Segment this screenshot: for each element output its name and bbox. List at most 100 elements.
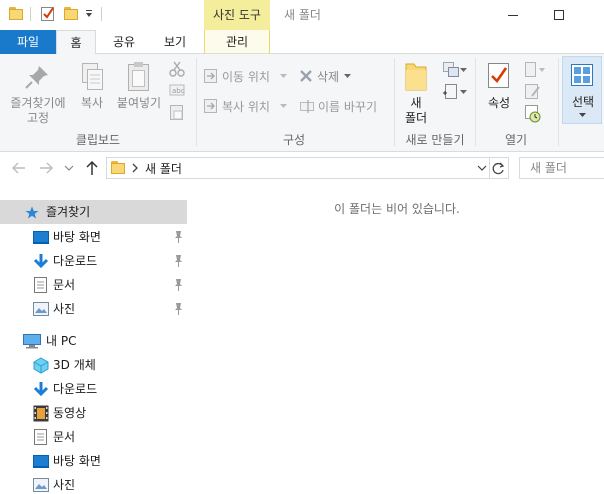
pictures-icon xyxy=(33,478,49,492)
nav-quick-pictures-label: 사진 xyxy=(53,302,76,316)
move-to-label: 이동 위치 xyxy=(222,70,270,84)
download-icon xyxy=(33,254,49,269)
cut-icon[interactable] xyxy=(169,61,185,77)
nav-pc-documents[interactable]: 문서 xyxy=(0,425,187,449)
dropdown-arrow-icon xyxy=(460,90,467,94)
tab-share[interactable]: 공유 xyxy=(104,30,144,54)
pin-icon[interactable] xyxy=(172,302,184,316)
maximize-button[interactable] xyxy=(536,0,582,30)
pin-label-2: 고정 xyxy=(26,111,50,125)
new-folder-label-2: 폴더 xyxy=(404,111,428,125)
new-item-button[interactable] xyxy=(440,60,468,80)
nav-quick-desktop[interactable]: 바탕 화면 xyxy=(0,225,187,249)
delete-icon xyxy=(300,70,312,82)
document-icon xyxy=(34,429,47,445)
pin-quick-access-button[interactable]: 즐겨찾기에 고정 xyxy=(0,58,72,128)
breadcrumb-chevron-icon[interactable] xyxy=(131,163,139,173)
up-arrow-icon[interactable] xyxy=(85,160,99,176)
nav-pc-downloads[interactable]: 다운로드 xyxy=(0,377,187,401)
video-icon xyxy=(33,405,49,422)
group-divider xyxy=(196,58,197,146)
breadcrumb-current-folder[interactable]: 새 폴더 xyxy=(145,160,182,177)
download-icon xyxy=(33,382,49,397)
new-folder-label-1: 새 xyxy=(410,96,422,110)
nav-pc-pictures[interactable]: 사진 xyxy=(0,473,187,494)
maximize-icon xyxy=(554,10,564,20)
nav-pc-videos[interactable]: 동영상 xyxy=(0,401,187,425)
folder-icon xyxy=(9,7,23,20)
copy-path-icon[interactable]: abc xyxy=(169,83,185,97)
3d-objects-icon xyxy=(33,357,49,374)
select-grid-icon xyxy=(571,64,593,86)
paste-shortcut-icon[interactable] xyxy=(169,103,185,121)
pictures-icon xyxy=(33,302,49,316)
empty-folder-message: 이 폴더는 비어 있습니다. xyxy=(334,202,460,216)
nav-quick-pictures[interactable]: 사진 xyxy=(0,297,187,321)
recent-locations-chevron-icon[interactable] xyxy=(64,164,74,172)
easy-access-button[interactable] xyxy=(440,82,468,102)
new-folder-button[interactable]: 새 폴더 xyxy=(398,58,434,128)
dropdown-arrow-icon xyxy=(280,74,287,78)
forward-arrow-icon[interactable] xyxy=(38,161,54,175)
nav-pc-desktop[interactable]: 바탕 화면 xyxy=(0,449,187,473)
new-item-icon xyxy=(443,62,459,77)
new-folder-quick-icon[interactable] xyxy=(64,7,78,20)
select-button[interactable]: 선택 xyxy=(562,56,602,124)
address-dropdown-icon[interactable] xyxy=(477,165,487,172)
new-group-label: 새로 만들기 xyxy=(405,133,465,147)
customize-qat-icon[interactable] xyxy=(84,9,94,19)
tab-home[interactable]: 홈 xyxy=(56,30,96,55)
nav-pc-3d-objects[interactable]: 3D 개체 xyxy=(0,353,187,377)
nav-quick-downloads[interactable]: 다운로드 xyxy=(0,249,187,273)
nav-this-pc[interactable]: 내 PC xyxy=(0,329,187,353)
paste-button[interactable]: 붙여넣기 xyxy=(112,58,166,128)
address-bar[interactable]: 새 폴더 xyxy=(106,157,490,179)
computer-icon xyxy=(23,334,41,349)
contextual-tab-title: 사진 도구 xyxy=(204,0,270,30)
rename-button[interactable]: 이름 바꾸기 xyxy=(296,96,386,116)
divider xyxy=(30,7,31,21)
nav-pc-documents-label: 문서 xyxy=(53,430,76,444)
clipboard-group-label: 클립보드 xyxy=(75,133,121,147)
group-divider xyxy=(558,58,559,146)
properties-quick-icon[interactable] xyxy=(40,5,56,22)
tab-manage[interactable]: 관리 xyxy=(204,30,270,54)
search-input[interactable]: 새 폴더 xyxy=(519,157,604,179)
properties-button[interactable]: 속성 xyxy=(480,58,518,128)
rename-label: 이름 바꾸기 xyxy=(318,100,378,114)
open-icon[interactable] xyxy=(524,61,548,79)
refresh-icon xyxy=(492,162,505,175)
new-folder-icon xyxy=(405,63,427,91)
nav-quick-access[interactable]: 즐겨찾기 xyxy=(0,200,187,224)
paste-icon xyxy=(128,62,149,91)
back-arrow-icon[interactable] xyxy=(11,161,27,175)
copy-to-label: 복사 위치 xyxy=(222,100,270,114)
history-icon[interactable] xyxy=(524,104,542,124)
properties-label: 속성 xyxy=(487,96,511,110)
paste-label: 붙여넣기 xyxy=(116,96,162,110)
open-group-label: 열기 xyxy=(504,133,528,147)
select-label: 선택 xyxy=(571,95,595,109)
delete-button[interactable]: 삭제 xyxy=(296,66,356,86)
edit-icon[interactable] xyxy=(524,83,542,101)
pin-icon[interactable] xyxy=(172,254,184,268)
move-to-button[interactable]: 이동 위치 xyxy=(200,66,288,86)
properties-icon xyxy=(488,63,509,88)
rename-icon xyxy=(300,100,314,113)
tab-file[interactable]: 파일 xyxy=(0,30,56,54)
copy-icon xyxy=(82,63,103,90)
nav-quick-desktop-label: 바탕 화면 xyxy=(53,230,101,244)
desktop-icon xyxy=(33,455,49,468)
delete-label: 삭제 xyxy=(317,70,340,84)
nav-quick-documents[interactable]: 문서 xyxy=(0,273,187,297)
refresh-button[interactable] xyxy=(489,157,509,179)
minimize-button[interactable] xyxy=(490,0,536,30)
nav-pc-desktop-label: 바탕 화면 xyxy=(53,454,101,468)
divider xyxy=(101,7,102,21)
nav-pc-3d-objects-label: 3D 개체 xyxy=(53,358,96,372)
copy-button[interactable]: 복사 xyxy=(74,58,110,128)
tab-view[interactable]: 보기 xyxy=(155,30,195,54)
pin-icon[interactable] xyxy=(172,278,184,292)
copy-to-button[interactable]: 복사 위치 xyxy=(200,96,288,116)
pin-icon[interactable] xyxy=(172,230,184,244)
